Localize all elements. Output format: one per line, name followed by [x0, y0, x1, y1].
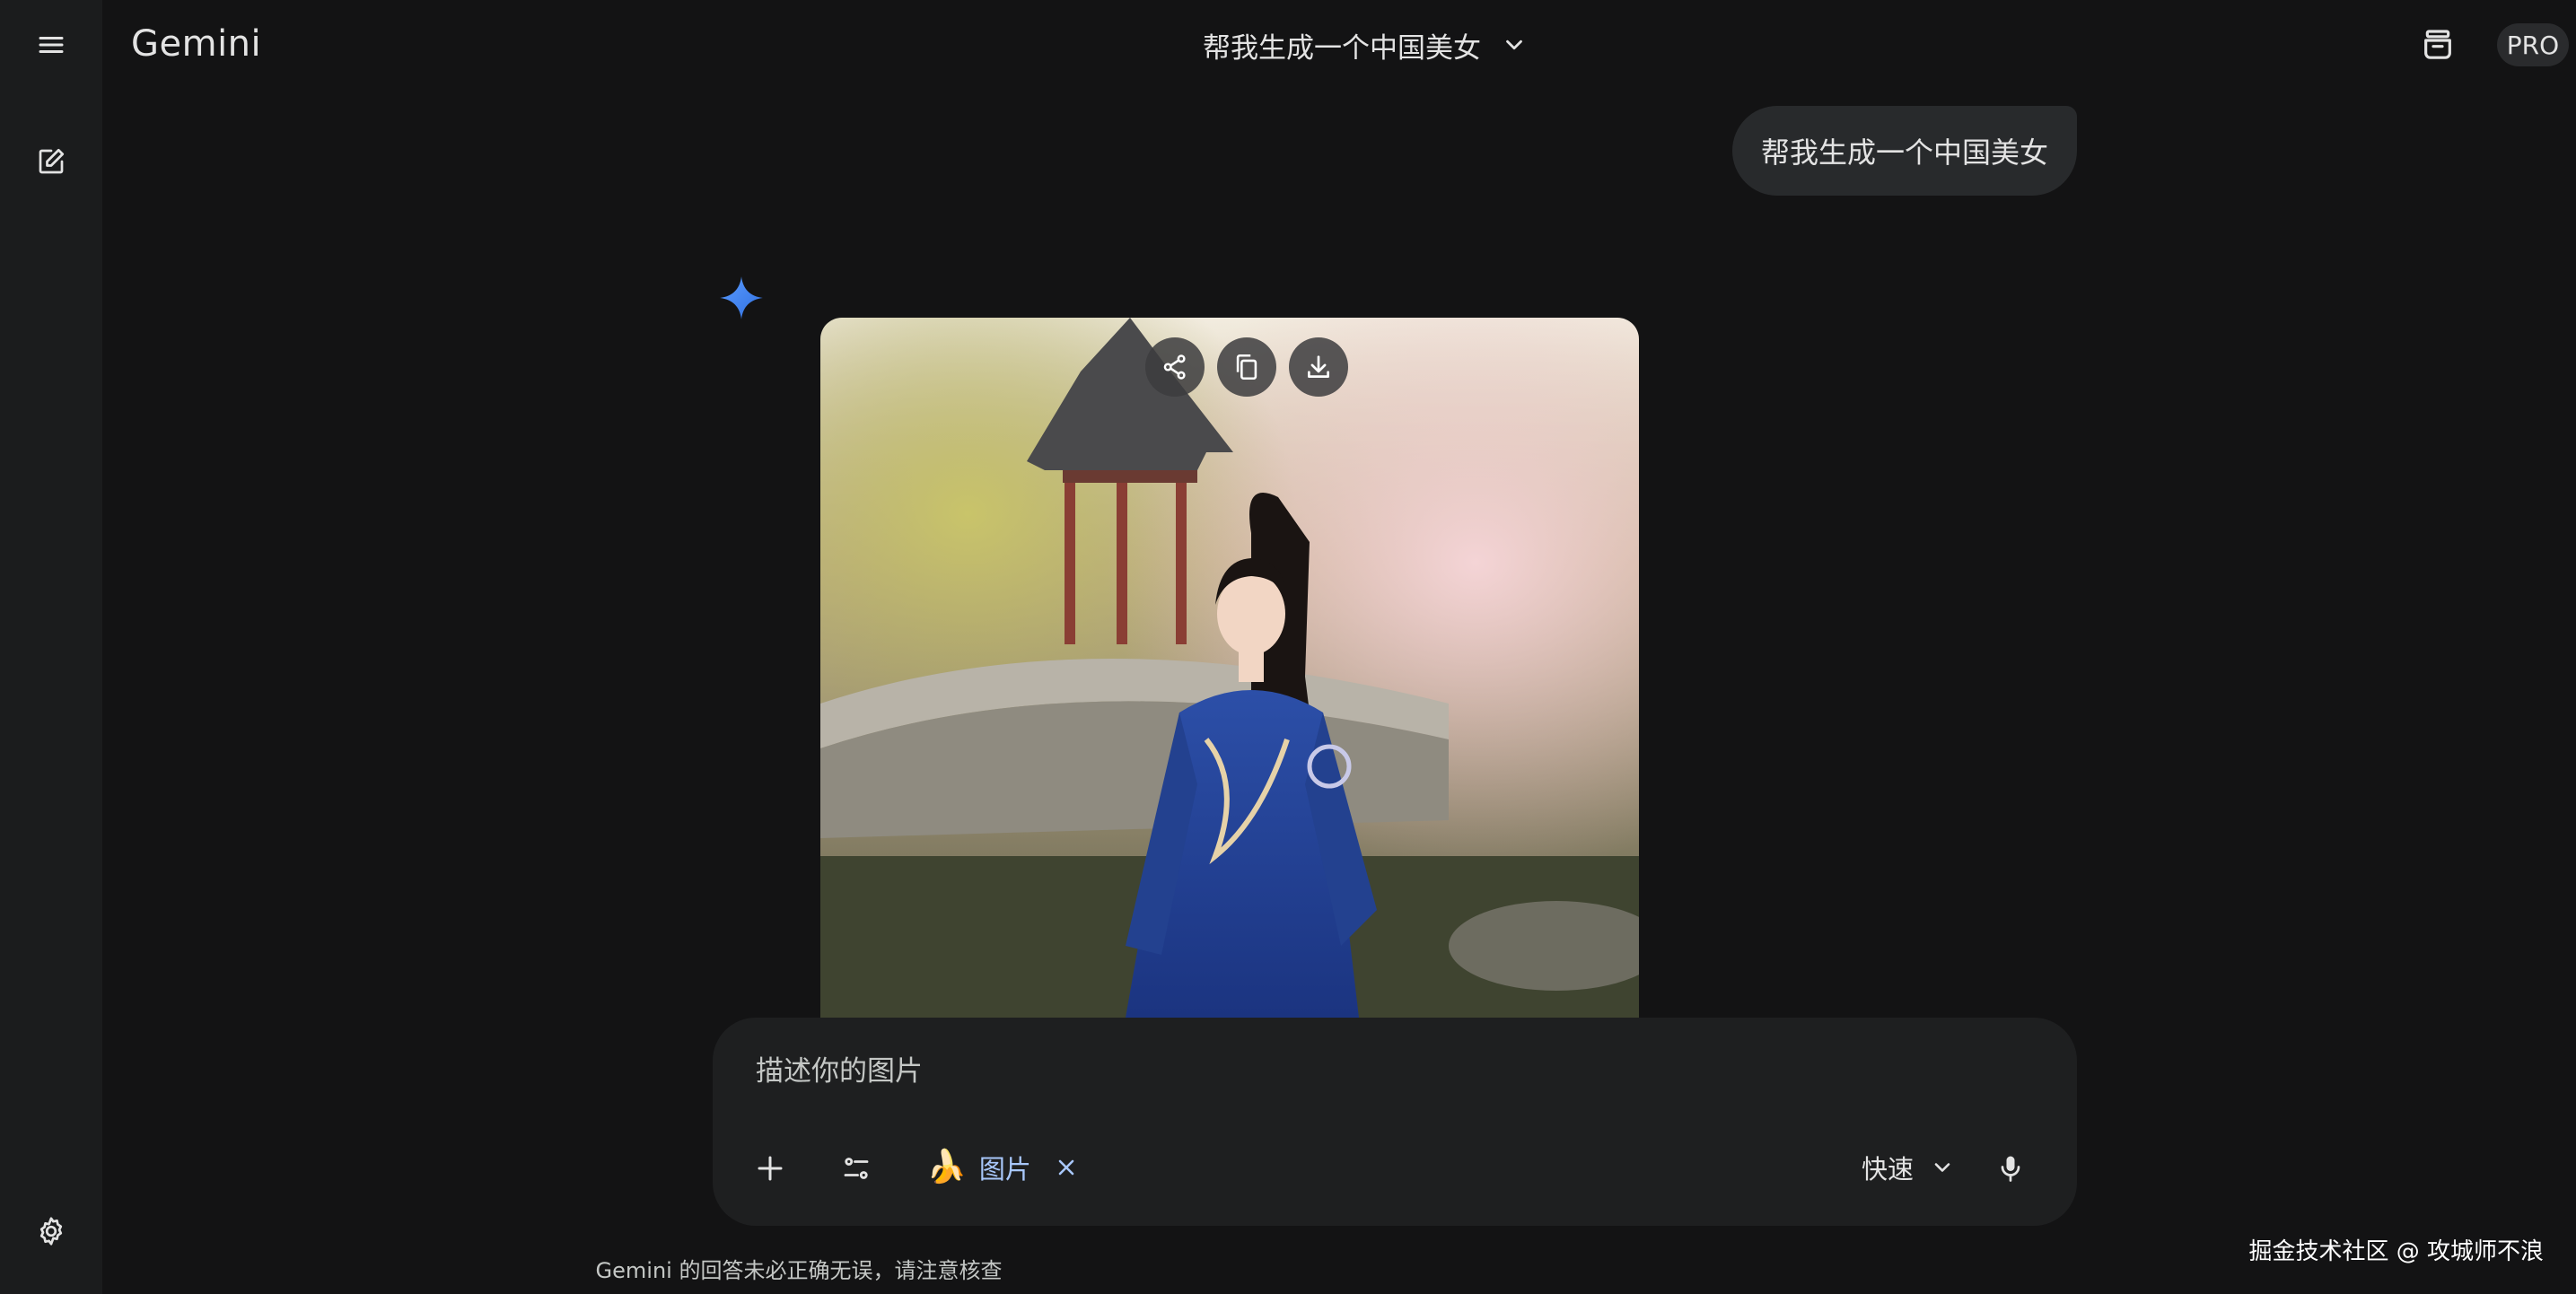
disclaimer-text: Gemini 的回答未必正确无误，请注意核查: [595, 1258, 1003, 1283]
sidebar: [0, 0, 102, 1294]
new-chat-button[interactable]: [15, 126, 87, 197]
tune-icon: [844, 1158, 869, 1179]
download-image-button[interactable]: [1289, 337, 1348, 397]
copy-image-button[interactable]: [1217, 337, 1276, 397]
edit-icon: [39, 148, 65, 174]
generated-portrait-image: [820, 318, 1639, 1018]
conversation-title: 帮我生成一个中国美女: [1203, 31, 1481, 65]
add-file-button[interactable]: [741, 1140, 799, 1197]
menu-button[interactable]: [15, 9, 87, 81]
settings-button[interactable]: [15, 1195, 87, 1267]
chevron-down-icon: [1506, 39, 1522, 50]
plus-icon: [758, 1156, 783, 1181]
microphone-button[interactable]: [1982, 1140, 2039, 1197]
gear-icon: [39, 1217, 63, 1246]
share-icon: [1163, 354, 1186, 380]
temporary-chat-button[interactable]: [2404, 18, 2472, 72]
gemini-spark-icon: [720, 276, 763, 319]
user-message-text: 帮我生成一个中国美女: [1760, 136, 2048, 170]
image-tool-chip[interactable]: 🍌 图片: [908, 1136, 1100, 1199]
prompt-composer: 🍌 图片 快速: [713, 1018, 2077, 1226]
temporary-chat-icon: [2424, 30, 2451, 59]
conversation-title-dropdown[interactable]: 帮我生成一个中国美女: [1203, 18, 1528, 72]
image-tool-label: 图片: [978, 1154, 1031, 1185]
model-mode-label: 快速: [1862, 1154, 1914, 1185]
remove-tool-button[interactable]: [1051, 1152, 1082, 1183]
chevron-down-icon: [1934, 1163, 1950, 1172]
copy-icon: [1236, 354, 1257, 380]
gemini-app: Gemini 帮我生成一个中国美女 PRO 帮我生成一个中国美女 描述你的图片 …: [0, 0, 2576, 1294]
model-mode-selector[interactable]: 快速: [1844, 1136, 1973, 1199]
share-image-button[interactable]: [1145, 337, 1205, 397]
generated-image[interactable]: [820, 318, 1639, 1018]
menu-icon: [39, 37, 64, 53]
download-icon: [1308, 355, 1329, 378]
close-icon: [1058, 1159, 1074, 1176]
app-brand: Gemini: [131, 23, 262, 65]
watermark-text: 掘金技术社区 @ 攻城师不浪: [2248, 1238, 2544, 1265]
mic-icon: [2001, 1156, 2020, 1182]
pro-badge[interactable]: PRO: [2497, 23, 2569, 66]
user-message-bubble: 帮我生成一个中国美女: [1732, 106, 2077, 196]
tools-button[interactable]: [828, 1140, 885, 1197]
prompt-input[interactable]: [756, 1045, 2012, 1098]
banana-icon: 🍌: [926, 1149, 967, 1185]
disclaimer-container: Gemini 的回答未必正确无误，请注意核查: [0, 1253, 2576, 1284]
